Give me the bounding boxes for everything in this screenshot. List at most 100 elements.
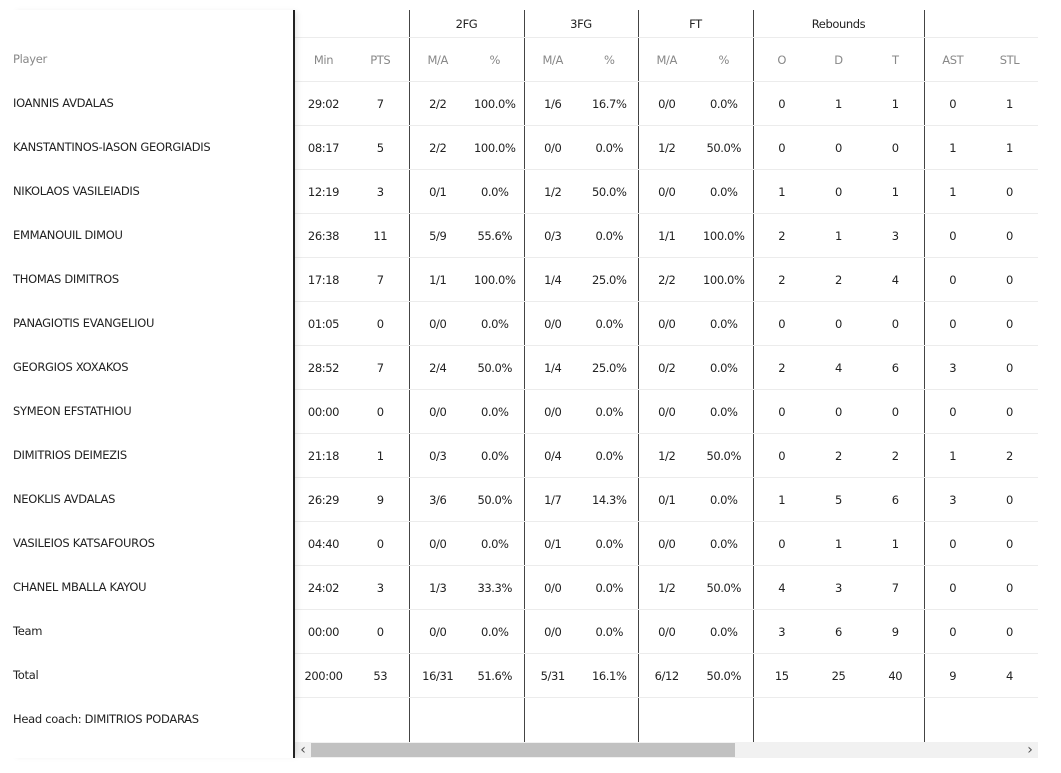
column-header: % xyxy=(695,37,754,82)
stat-cell: 0 xyxy=(810,389,867,434)
stat-cell: 0/3 xyxy=(409,433,466,478)
stat-cell: 0 xyxy=(981,301,1038,346)
stat-cell: 0 xyxy=(810,125,867,170)
stat-cell: 0.0% xyxy=(695,169,754,214)
stat-cell: 25 xyxy=(810,653,867,698)
stat-cell: 0.0% xyxy=(466,301,525,346)
stat-cell: 0 xyxy=(924,213,981,258)
stat-cell: 2 xyxy=(753,345,810,390)
stat-cell: 1 xyxy=(352,433,410,478)
stat-cell: 0/0 xyxy=(638,301,695,346)
column-header: D xyxy=(810,37,867,82)
stats-scroll-area[interactable]: 2FG 3FG FT Rebounds Min PTS M/A% M/A% M/A% O D T AST… xyxy=(295,10,1038,742)
stat-cell: 1 xyxy=(810,521,867,566)
stat-cell: 5 xyxy=(352,125,410,170)
stat-cell: 50.0% xyxy=(695,565,754,610)
stat-cell: 0 xyxy=(981,389,1038,434)
stat-cell: 3 xyxy=(753,609,810,654)
stat-cell: 1/2 xyxy=(638,125,695,170)
stat-cell: 0.0% xyxy=(581,609,639,654)
column-header: M/A xyxy=(638,37,695,82)
table-row: 26:29 9 3/6 50.0% 1/7 14.3% 0/1 0.0% 1 5 6 3 0 xyxy=(295,477,1038,522)
player-name: VASILEIOS KATSAFOUROS xyxy=(13,536,155,550)
empty-cell xyxy=(810,698,867,743)
stat-cell: 1 xyxy=(753,477,810,522)
scrollbar-thumb[interactable] xyxy=(311,743,735,757)
stat-cell: 1/4 xyxy=(524,345,581,390)
stat-cell: 0/0 xyxy=(638,389,695,434)
stat-cell: 00:00 xyxy=(295,609,352,654)
table-row: 200:00 53 16/31 51.6% 5/31 16.1% 6/12 50.0% 15 25… xyxy=(295,653,1038,698)
player-name: DIMITRIOS DEIMEZIS xyxy=(13,448,127,462)
stat-cell: 33.3% xyxy=(466,565,525,610)
stat-cell: 0/0 xyxy=(409,301,466,346)
player-name: SYMEON EFSTATHIOU xyxy=(13,404,132,418)
stat-cell: 3 xyxy=(867,213,925,258)
stat-cell: 0/0 xyxy=(409,609,466,654)
stat-cell: 0/4 xyxy=(524,433,581,478)
stat-cell: 15 xyxy=(753,653,810,698)
scroll-right-icon[interactable]: › xyxy=(1022,742,1038,758)
stat-cell: 0 xyxy=(981,169,1038,214)
stat-cell: 1/2 xyxy=(524,169,581,214)
column-header-row: Min PTS M/A% M/A% M/A% O D T AST STL xyxy=(295,37,1038,82)
group-header: FT xyxy=(638,10,754,38)
stat-cell: 0 xyxy=(981,345,1038,390)
stat-cell: 17:18 xyxy=(295,257,352,302)
player-name: NEOKLIS AVDALAS xyxy=(13,492,116,506)
stat-cell: 26:38 xyxy=(295,213,352,258)
stat-cell: 0/0 xyxy=(638,609,695,654)
stat-cell: 0 xyxy=(753,81,810,126)
stat-cell: 0 xyxy=(981,213,1038,258)
stat-cell: 0 xyxy=(924,301,981,346)
horizontal-scrollbar[interactable]: ‹ › xyxy=(295,742,1038,758)
stat-cell: 0/0 xyxy=(638,169,695,214)
stat-cell: 00:00 xyxy=(295,389,352,434)
player-name: NIKOLAOS VASILEIADIS xyxy=(13,184,140,198)
group-header: 3FG xyxy=(524,10,639,38)
stat-cell: 0 xyxy=(924,257,981,302)
stat-cell: 0 xyxy=(810,301,867,346)
stat-cell: 2/2 xyxy=(409,125,466,170)
stat-cell: 28:52 xyxy=(295,345,352,390)
player-header: Player xyxy=(13,52,47,66)
stat-cell: 1/1 xyxy=(638,213,695,258)
stat-cell: 0 xyxy=(867,125,925,170)
stat-cell: 0.0% xyxy=(695,389,754,434)
stat-cell: 16.7% xyxy=(581,81,639,126)
player-name: CHANEL MBALLA KAYOU xyxy=(13,580,147,594)
stat-cell: 0/0 xyxy=(409,389,466,434)
stat-cell: 0/0 xyxy=(524,609,581,654)
stat-cell: 50.0% xyxy=(695,125,754,170)
stat-cell: 3 xyxy=(352,169,410,214)
stat-cell: 0 xyxy=(352,521,410,566)
stat-cell: 7 xyxy=(352,345,410,390)
column-header: % xyxy=(581,37,639,82)
stat-cell: 2 xyxy=(810,433,867,478)
stat-cell: 9 xyxy=(867,609,925,654)
stat-cell: 1 xyxy=(867,521,925,566)
stat-cell: 55.6% xyxy=(466,213,525,258)
stat-cell: 6 xyxy=(867,477,925,522)
stat-cell: 0.0% xyxy=(581,521,639,566)
scroll-left-icon[interactable]: ‹ xyxy=(295,742,311,758)
stat-cell: 6 xyxy=(867,345,925,390)
stat-cell: 0.0% xyxy=(466,433,525,478)
table-row: 00:00 0 0/0 0.0% 0/0 0.0% 0/0 0.0% 3 6 9 0 0 xyxy=(295,609,1038,654)
stat-cell: 1 xyxy=(981,81,1038,126)
stat-cell: 0 xyxy=(753,521,810,566)
stat-cell: 1/6 xyxy=(524,81,581,126)
player-name: Total xyxy=(13,668,39,682)
table-row: 17:18 7 1/1 100.0% 1/4 25.0% 2/2 100.0% 2 2 4 0 0 xyxy=(295,257,1038,302)
stat-cell: 0/0 xyxy=(524,125,581,170)
empty-cell xyxy=(466,697,525,742)
stat-cell: 4 xyxy=(810,345,867,390)
stat-cell: 0.0% xyxy=(466,169,525,214)
stat-cell: 0/1 xyxy=(638,477,695,522)
column-header: PTS xyxy=(352,37,410,82)
empty-cell xyxy=(753,698,810,743)
stat-cell: 0 xyxy=(924,389,981,434)
stat-cell: 0/0 xyxy=(524,565,581,610)
stat-cell: 08:17 xyxy=(295,125,352,170)
boxscore-table: Player IOANNIS AVDALAS KANSTANTINOS-IASON … xyxy=(10,10,1038,758)
